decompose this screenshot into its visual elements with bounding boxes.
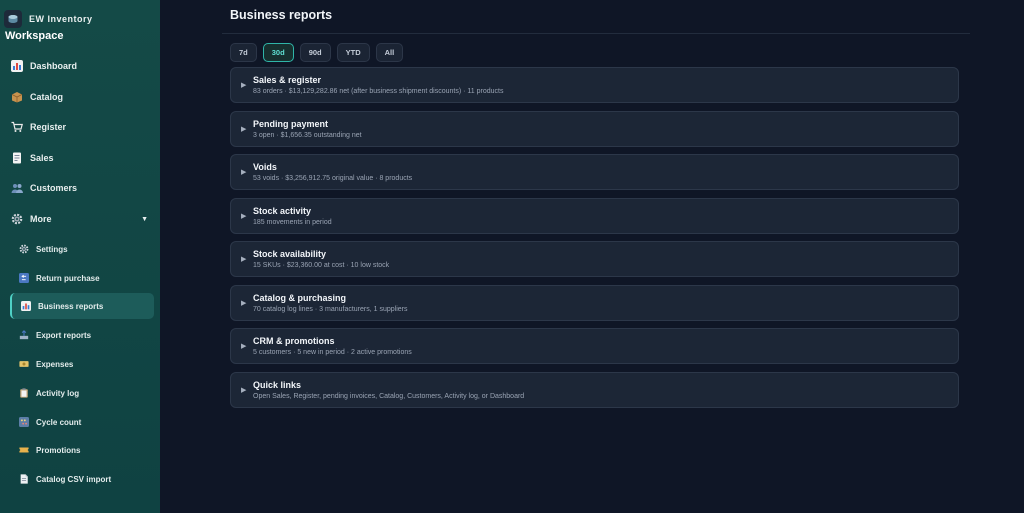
- sidebar-subitem-promotions[interactable]: Promotions: [10, 437, 154, 463]
- sidebar-item-label: Catalog: [30, 92, 64, 102]
- sidebar-subitem-expenses[interactable]: Expenses: [10, 351, 154, 377]
- range-button-all[interactable]: All: [375, 43, 404, 62]
- report-section-quick-links[interactable]: ▶ Quick links Open Sales, Register, pend…: [230, 372, 959, 408]
- chevron-down-icon: ▼: [141, 215, 148, 223]
- report-section-summary: 53 voids · $3,256,912.75 original value …: [253, 175, 413, 182]
- sidebar-subitem-business-reports[interactable]: Business reports: [10, 293, 154, 319]
- sidebar-subitem-catalog-csv-import[interactable]: Catalog CSV import: [10, 466, 154, 492]
- sidebar-item-register[interactable]: Register: [8, 114, 154, 140]
- report-section-stock-availability[interactable]: ▶ Stock availability 15 SKUs · $23,360.0…: [230, 241, 959, 277]
- expand-triangle-icon: ▶: [241, 213, 247, 220]
- expand-triangle-icon: ▶: [241, 256, 247, 263]
- expand-triangle-icon: ▶: [241, 300, 247, 307]
- report-section-summary: 185 movements in period: [253, 219, 332, 226]
- range-button-90d[interactable]: 90d: [299, 43, 331, 62]
- sidebar-item-label: Customers: [30, 183, 78, 193]
- report-section-voids[interactable]: ▶ Voids 53 voids · $3,256,912.75 origina…: [230, 154, 959, 190]
- page-title: Business reports: [230, 8, 333, 22]
- cash-icon: [19, 359, 29, 369]
- sidebar-item-customers[interactable]: Customers: [8, 175, 154, 201]
- brand-logo-icon: [4, 10, 22, 28]
- cart-icon: [11, 121, 23, 133]
- sidebar-subitem-cycle-count[interactable]: Cycle count: [10, 409, 154, 435]
- sidebar-subitem-return-purchase[interactable]: Return purchase: [10, 265, 154, 291]
- date-range-filter: 7d 30d 90d YTD All: [230, 43, 404, 62]
- report-section-sales-register[interactable]: ▶ Sales & register 83 orders · $13,129,2…: [230, 67, 959, 103]
- document-icon: [19, 474, 29, 484]
- report-section-title: Catalog & purchasing: [253, 293, 347, 303]
- sidebar-subitem-label: Settings: [36, 244, 68, 254]
- report-section-title: Voids: [253, 162, 277, 172]
- sidebar-subitem-settings[interactable]: Settings: [10, 236, 154, 262]
- expand-triangle-icon: ▶: [241, 169, 247, 176]
- expand-triangle-icon: ▶: [241, 82, 247, 89]
- expand-triangle-icon: ▶: [241, 126, 247, 133]
- gear-icon: [11, 213, 23, 225]
- receipt-icon: [11, 152, 23, 164]
- return-icon: [19, 273, 29, 283]
- expand-triangle-icon: ▶: [241, 343, 247, 350]
- sidebar-subitem-activity-log[interactable]: Activity log: [10, 380, 154, 406]
- gear-icon: [19, 244, 29, 254]
- sidebar-subitem-label: Return purchase: [36, 273, 100, 283]
- report-section-title: Quick links: [253, 380, 302, 390]
- sidebar-item-label: Dashboard: [30, 61, 78, 71]
- report-section-crm-promotions[interactable]: ▶ CRM & promotions 5 customers · 5 new i…: [230, 328, 959, 364]
- export-tray-icon: [19, 330, 29, 340]
- report-section-title: Pending payment: [253, 119, 329, 129]
- sidebar-item-dashboard[interactable]: Dashboard: [8, 53, 154, 79]
- report-section-title: CRM & promotions: [253, 336, 335, 346]
- sidebar-subitem-label: Expenses: [36, 359, 74, 369]
- range-button-ytd[interactable]: YTD: [336, 43, 370, 62]
- report-section-summary: 3 open · $1,656.35 outstanding net: [253, 132, 362, 139]
- sidebar-item-label: Sales: [30, 153, 54, 163]
- expand-triangle-icon: ▶: [241, 387, 247, 394]
- brand[interactable]: EW Inventory: [4, 9, 93, 29]
- people-icon: [11, 182, 23, 194]
- abacus-icon: [19, 417, 29, 427]
- report-section-summary: 15 SKUs · $23,360.00 at cost · 10 low st…: [253, 262, 390, 269]
- range-button-30d[interactable]: 30d: [262, 43, 294, 62]
- header-divider: [222, 33, 970, 34]
- ticket-icon: [19, 445, 29, 455]
- sidebar-subitem-label: Activity log: [36, 388, 80, 398]
- range-button-7d[interactable]: 7d: [230, 43, 257, 62]
- sidebar-subitem-label: Promotions: [36, 445, 81, 455]
- report-section-summary: 5 customers · 5 new in period · 2 active…: [253, 349, 412, 356]
- report-section-title: Stock activity: [253, 206, 312, 216]
- clipboard-icon: [19, 388, 29, 398]
- sidebar-subitem-label: Business reports: [38, 301, 104, 311]
- bar-chart-icon: [11, 60, 23, 72]
- report-section-summary: 83 orders · $13,129,282.86 net (after bu…: [253, 88, 504, 95]
- sidebar-subitem-label: Catalog CSV import: [36, 474, 112, 484]
- sidebar-subitem-label: Export reports: [36, 330, 92, 340]
- sidebar-item-sales[interactable]: Sales: [8, 145, 154, 171]
- sidebar-item-more[interactable]: More ▼: [8, 206, 154, 232]
- workspace-title: Workspace: [5, 30, 64, 42]
- sidebar: EW Inventory Workspace Dashboard Catalog…: [0, 0, 160, 513]
- sidebar-item-label: More: [30, 214, 52, 224]
- report-section-title: Stock availability: [253, 249, 327, 259]
- report-section-summary: 70 catalog log lines · 3 manufacturers, …: [253, 306, 408, 313]
- box-icon: [11, 91, 23, 103]
- sidebar-item-catalog[interactable]: Catalog: [8, 84, 154, 110]
- report-section-stock-activity[interactable]: ▶ Stock activity 185 movements in period: [230, 198, 959, 234]
- report-section-pending-payment[interactable]: ▶ Pending payment 3 open · $1,656.35 out…: [230, 111, 959, 147]
- sidebar-subitem-label: Cycle count: [36, 417, 82, 427]
- report-section-catalog-purchasing[interactable]: ▶ Catalog & purchasing 70 catalog log li…: [230, 285, 959, 321]
- report-section-summary: Open Sales, Register, pending invoices, …: [253, 393, 525, 400]
- brand-name: EW Inventory: [29, 14, 93, 24]
- sidebar-item-label: Register: [30, 122, 67, 132]
- report-section-title: Sales & register: [253, 75, 322, 85]
- sidebar-subitem-export-reports[interactable]: Export reports: [10, 322, 154, 348]
- bar-chart-icon: [21, 301, 31, 311]
